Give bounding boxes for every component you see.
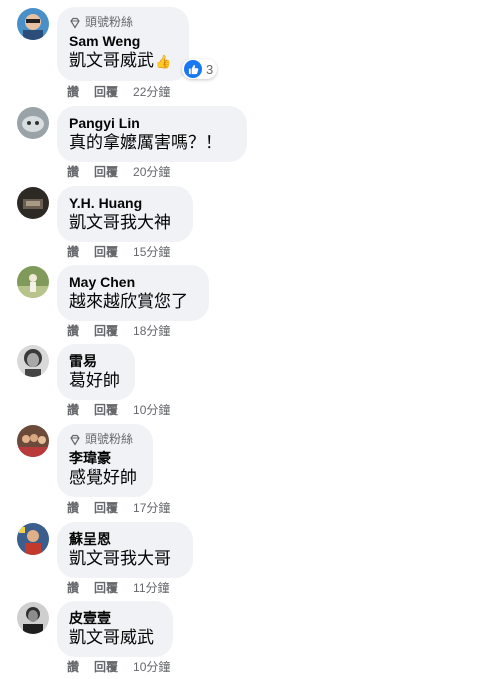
- like-button[interactable]: 讚: [67, 164, 79, 180]
- comment-bubble: 雷易 葛好帥: [57, 344, 135, 400]
- comment-actions: 讚 回覆 22分鐘: [67, 84, 170, 100]
- reply-button[interactable]: 回覆: [94, 402, 118, 418]
- comment-text: 真的拿嬤厲害嗎？！: [69, 133, 222, 152]
- comment-actions: 讚 回覆 17分鐘: [67, 500, 170, 516]
- avatar[interactable]: [17, 345, 49, 377]
- comment-text: 越來越欣賞您了: [69, 292, 188, 311]
- diamond-icon: [70, 17, 80, 29]
- timestamp[interactable]: 11分鐘: [133, 580, 169, 596]
- like-button[interactable]: 讚: [67, 500, 79, 516]
- comment-bubble: Pangyi Lin 真的拿嬤厲害嗎？！: [57, 106, 247, 162]
- timestamp[interactable]: 15分鐘: [133, 244, 170, 260]
- comment-actions: 讚 回覆 10分鐘: [67, 659, 170, 675]
- commenter-name[interactable]: 蘇呈恩: [69, 530, 181, 548]
- top-fan-badge: 頭號粉絲: [69, 15, 177, 30]
- comment-text: 感覺好帥: [69, 468, 137, 487]
- comment-text: 凱文哥威武: [69, 628, 154, 647]
- reaction-count: 3: [206, 61, 214, 77]
- avatar[interactable]: [17, 425, 49, 457]
- avatar[interactable]: [17, 523, 49, 555]
- like-button[interactable]: 讚: [67, 323, 79, 339]
- comment-bubble: May Chen 越來越欣賞您了: [57, 265, 209, 321]
- timestamp[interactable]: 10分鐘: [133, 659, 170, 675]
- commenter-name[interactable]: Pangyi Lin: [69, 114, 235, 132]
- commenter-name[interactable]: 皮壹壹: [69, 609, 161, 627]
- reply-button[interactable]: 回覆: [94, 164, 118, 180]
- reply-button[interactable]: 回覆: [94, 323, 118, 339]
- comment-actions: 讚 回覆 11分鐘: [67, 580, 170, 596]
- comment-bubble: 蘇呈恩 凱文哥我大哥: [57, 522, 193, 578]
- timestamp[interactable]: 22分鐘: [133, 84, 170, 100]
- reply-button[interactable]: 回覆: [94, 500, 118, 516]
- avatar[interactable]: [17, 266, 49, 298]
- top-fan-badge: 頭號粉絲: [69, 432, 141, 447]
- like-icon: [184, 60, 202, 78]
- comment-bubble: 皮壹壹 凱文哥威武: [57, 601, 173, 657]
- commenter-name[interactable]: 李瑋豪: [69, 449, 141, 467]
- badge-label: 頭號粉絲: [85, 432, 134, 446]
- avatar[interactable]: [17, 107, 49, 139]
- avatar[interactable]: [17, 187, 49, 219]
- timestamp[interactable]: 20分鐘: [133, 164, 170, 180]
- timestamp[interactable]: 18分鐘: [133, 323, 170, 339]
- reaction-summary[interactable]: 3: [182, 59, 218, 79]
- commenter-name[interactable]: Y.H. Huang: [69, 194, 181, 212]
- comment-actions: 讚 回覆 20分鐘: [67, 164, 170, 180]
- like-button[interactable]: 讚: [67, 659, 79, 675]
- thumbs-up-emoji: 👍: [155, 54, 172, 69]
- comment-bubble: 頭號粉絲 Sam Weng 凱文哥威武👍: [57, 7, 189, 81]
- reply-button[interactable]: 回覆: [94, 580, 118, 596]
- comment-text: 凱文哥我大神: [69, 213, 171, 232]
- comment-actions: 讚 回覆 10分鐘: [67, 402, 170, 418]
- comment-text: 凱文哥我大哥: [69, 549, 171, 568]
- like-button[interactable]: 讚: [67, 580, 79, 596]
- like-button[interactable]: 讚: [67, 402, 79, 418]
- comment-text: 凱文哥威武👍: [69, 50, 177, 73]
- comment-actions: 讚 回覆 18分鐘: [67, 323, 170, 339]
- diamond-icon: [70, 434, 80, 446]
- timestamp[interactable]: 17分鐘: [133, 500, 170, 516]
- like-button[interactable]: 讚: [67, 84, 79, 100]
- badge-label: 頭號粉絲: [85, 15, 134, 29]
- reply-button[interactable]: 回覆: [94, 244, 118, 260]
- commenter-name[interactable]: 雷易: [69, 352, 123, 370]
- reply-button[interactable]: 回覆: [94, 659, 118, 675]
- like-button[interactable]: 讚: [67, 244, 79, 260]
- commenter-name[interactable]: Sam Weng: [69, 32, 177, 50]
- comment-bubble: 頭號粉絲 李瑋豪 感覺好帥: [57, 424, 153, 497]
- avatar[interactable]: [17, 602, 49, 634]
- comment-actions: 讚 回覆 15分鐘: [67, 244, 170, 260]
- timestamp[interactable]: 10分鐘: [133, 402, 170, 418]
- avatar[interactable]: [17, 8, 49, 40]
- commenter-name[interactable]: May Chen: [69, 273, 197, 291]
- comment-bubble: Y.H. Huang 凱文哥我大神: [57, 186, 193, 242]
- comment-text: 葛好帥: [69, 371, 120, 390]
- reply-button[interactable]: 回覆: [94, 84, 118, 100]
